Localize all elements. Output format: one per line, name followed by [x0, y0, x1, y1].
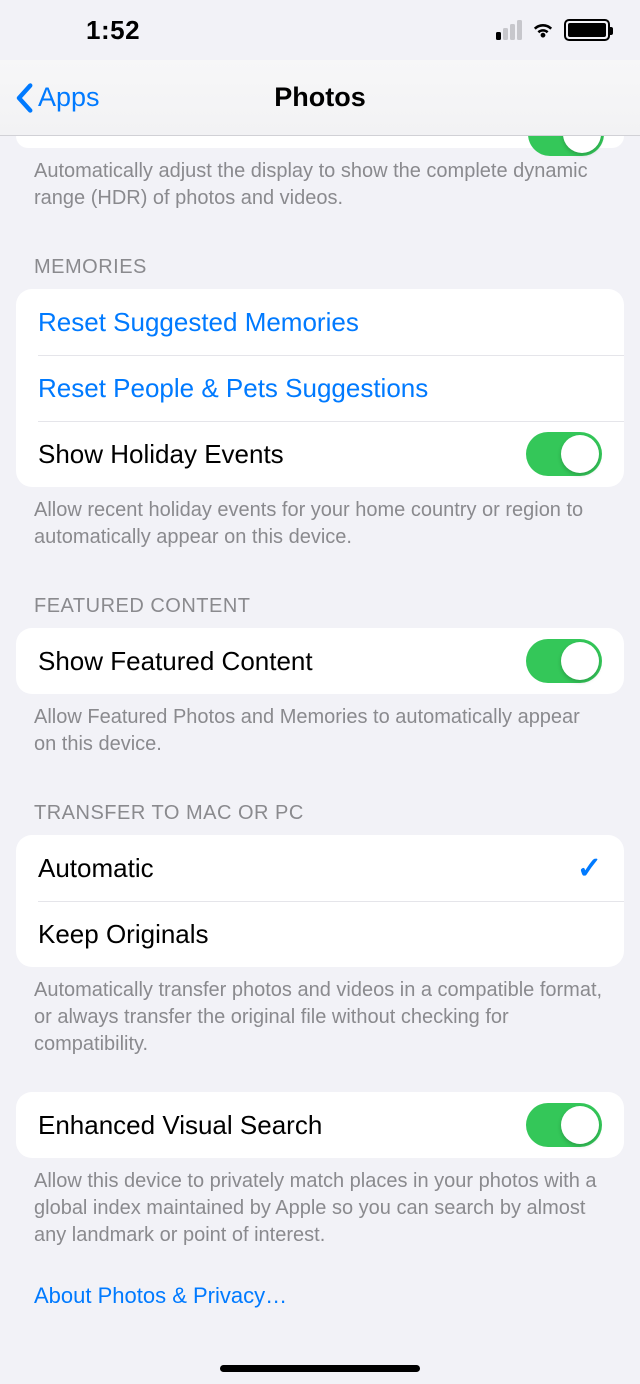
evs-toggle[interactable] [526, 1103, 602, 1147]
transfer-automatic-row[interactable]: Automatic ✓ [16, 835, 624, 901]
show-holiday-events-row: Show Holiday Events [16, 421, 624, 487]
hdr-group-partial [16, 136, 624, 148]
cellular-signal-icon [496, 20, 522, 40]
back-button[interactable]: Apps [14, 82, 100, 113]
checkmark-icon: ✓ [577, 851, 602, 886]
featured-header: FEATURED CONTENT [16, 551, 624, 628]
featured-label: Show Featured Content [38, 646, 526, 677]
reset-people-pets-button[interactable]: Reset People & Pets Suggestions [16, 355, 624, 421]
memories-footer: Allow recent holiday events for your hom… [16, 487, 624, 551]
status-indicators [496, 19, 610, 41]
hdr-footer: Automatically adjust the display to show… [16, 148, 624, 212]
featured-group: Show Featured Content [16, 628, 624, 694]
evs-footer: Allow this device to privately match pla… [16, 1158, 624, 1249]
automatic-label: Automatic [38, 853, 577, 884]
back-label: Apps [38, 82, 100, 113]
home-indicator[interactable] [220, 1365, 420, 1372]
transfer-keep-originals-row[interactable]: Keep Originals [16, 901, 624, 967]
status-bar: 1:52 [0, 0, 640, 60]
transfer-footer: Automatically transfer photos and videos… [16, 967, 624, 1058]
reset-memories-label: Reset Suggested Memories [38, 307, 602, 338]
status-time: 1:52 [86, 15, 140, 46]
featured-footer: Allow Featured Photos and Memories to au… [16, 694, 624, 758]
evs-label: Enhanced Visual Search [38, 1110, 526, 1141]
holiday-events-toggle[interactable] [526, 432, 602, 476]
memories-header: MEMORIES [16, 212, 624, 289]
settings-content: Automatically adjust the display to show… [0, 136, 640, 1309]
page-title: Photos [274, 82, 366, 113]
wifi-icon [530, 20, 556, 40]
about-photos-privacy-link[interactable]: About Photos & Privacy… [16, 1249, 624, 1309]
featured-content-toggle[interactable] [526, 639, 602, 683]
keep-originals-label: Keep Originals [38, 919, 602, 950]
reset-suggested-memories-button[interactable]: Reset Suggested Memories [16, 289, 624, 355]
reset-people-label: Reset People & Pets Suggestions [38, 373, 602, 404]
nav-bar: Apps Photos [0, 60, 640, 136]
battery-icon [564, 19, 610, 41]
enhanced-visual-search-row: Enhanced Visual Search [16, 1092, 624, 1158]
transfer-group: Automatic ✓ Keep Originals [16, 835, 624, 967]
hdr-toggle[interactable] [528, 136, 604, 156]
evs-group: Enhanced Visual Search [16, 1092, 624, 1158]
transfer-header: TRANSFER TO MAC OR PC [16, 758, 624, 835]
chevron-left-icon [14, 83, 34, 113]
memories-group: Reset Suggested Memories Reset People & … [16, 289, 624, 487]
holiday-label: Show Holiday Events [38, 439, 526, 470]
show-featured-content-row: Show Featured Content [16, 628, 624, 694]
